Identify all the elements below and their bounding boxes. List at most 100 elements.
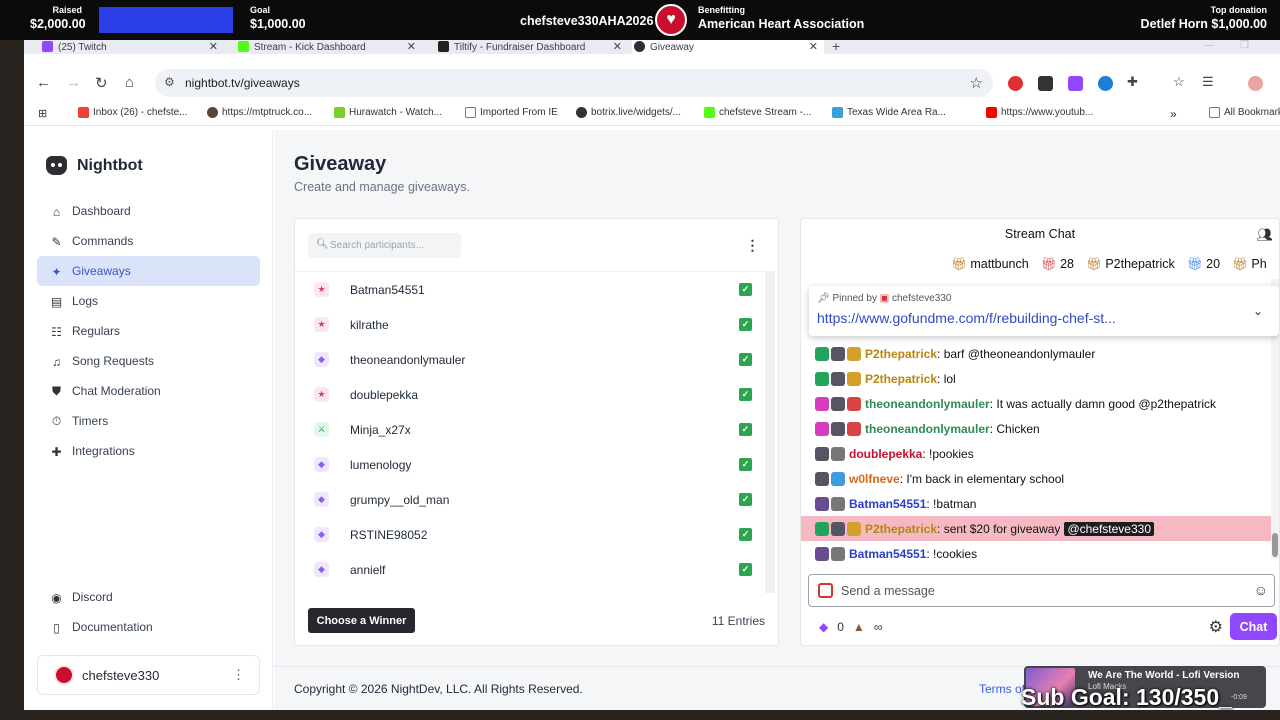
close-tab-icon[interactable]: ✕: [809, 40, 818, 53]
reading-list-icon[interactable]: ☰: [1202, 74, 1214, 90]
bookmark-gmail[interactable]: Inbox (26) - chefste...: [78, 107, 188, 118]
chat-username[interactable]: Batman54551: [849, 547, 926, 561]
chat-username[interactable]: P2thepatrick: [865, 372, 937, 386]
twitch-extension-icon[interactable]: [1068, 76, 1083, 91]
bookmark-kick-stream[interactable]: chefsteve Stream -...: [704, 107, 811, 118]
chat-input-box[interactable]: ☺: [808, 574, 1275, 607]
eligible-checkbox[interactable]: ✓: [739, 388, 752, 401]
chat-username[interactable]: theoneandonlymauler: [865, 397, 990, 411]
bookmark-botrix[interactable]: botrix.live/widgets/...: [576, 107, 681, 118]
favorites-icon[interactable]: ☆: [1173, 74, 1185, 90]
sidebar-item-song-requests[interactable]: ♫ Song Requests: [37, 346, 260, 376]
tab-twitch[interactable]: (25) Twitch ✕: [40, 40, 224, 54]
chat-send-button[interactable]: Chat: [1230, 613, 1277, 640]
participant-row[interactable]: ★ kilrathe ✓: [295, 307, 765, 342]
chat-username[interactable]: doublepekka: [849, 447, 922, 461]
bits-icon[interactable]: [818, 583, 833, 598]
settings-gear-icon[interactable]: ⚙: [1209, 617, 1223, 637]
bookmark-youtube[interactable]: https://www.youtub...: [986, 107, 1093, 118]
participant-row[interactable]: ◆ RSTINE98052 ✓: [295, 517, 765, 552]
eligible-checkbox[interactable]: ✓: [739, 318, 752, 331]
chat-message[interactable]: Batman54551: !batman: [801, 491, 1273, 516]
pinned-link[interactable]: https://www.gofundme.com/f/rebuilding-ch…: [817, 310, 1116, 326]
sidebar-item-giveaways[interactable]: ✦ Giveaways: [37, 256, 260, 286]
sidebar-item-integrations[interactable]: ✚ Integrations: [37, 436, 260, 466]
sidebar-item-chat-moderation[interactable]: ⛊ Chat Moderation: [37, 376, 260, 406]
eligible-checkbox[interactable]: ✓: [739, 528, 752, 541]
chat-users-icon[interactable]: 👥︎: [1256, 227, 1273, 243]
sidebar-item-dashboard[interactable]: ⌂ Dashboard: [37, 196, 260, 226]
chat-username[interactable]: Batman54551: [849, 497, 926, 511]
extension-icon[interactable]: [1008, 76, 1023, 91]
tab-tiltify[interactable]: Tiltify - Fundraiser Dashboard ✕: [436, 40, 628, 54]
chat-message[interactable]: P2thepatrick: barf @theoneandonlymauler: [801, 341, 1273, 366]
chat-message[interactable]: Batman54551: !cookies: [801, 541, 1273, 566]
chat-message[interactable]: theoneandonlymauler: It was actually dam…: [801, 391, 1273, 416]
sidebar-link-documentation[interactable]: ▯ Documentation: [37, 612, 260, 642]
chat-username[interactable]: w0lfneve: [849, 472, 900, 486]
forward-arrow-icon[interactable]: →: [66, 74, 81, 91]
extensions-puzzle-icon[interactable]: ✚: [1127, 74, 1138, 90]
chat-mention[interactable]: @chefsteve330: [1064, 521, 1155, 536]
user-card[interactable]: chefsteve330 ⋮: [37, 655, 260, 695]
eligible-checkbox[interactable]: ✓: [739, 493, 752, 506]
url-text[interactable]: nightbot.tv/giveaways: [185, 76, 300, 90]
eligible-checkbox[interactable]: ✓: [739, 353, 752, 366]
chat-message[interactable]: w0lfneve: I'm back in elementary school: [801, 466, 1273, 491]
extension-icon[interactable]: [1098, 76, 1113, 91]
eligible-checkbox[interactable]: ✓: [739, 563, 752, 576]
site-info-icon[interactable]: ⚙: [164, 75, 175, 89]
apps-grid-icon[interactable]: ⊞: [38, 107, 47, 120]
eligible-checkbox[interactable]: ✓: [739, 458, 752, 471]
chat-username[interactable]: P2thepatrick: [865, 347, 937, 361]
new-tab-icon[interactable]: +: [832, 40, 840, 54]
emoji-icon[interactable]: ☺: [1254, 582, 1268, 598]
sidebar-link-discord[interactable]: ◉ Discord: [37, 582, 260, 612]
tab-giveaway[interactable]: Giveaway ✕: [632, 40, 824, 54]
sidebar-item-regulars[interactable]: ☷ Regulars: [37, 316, 260, 346]
close-tab-icon[interactable]: ✕: [613, 40, 622, 53]
extension-icon[interactable]: [1038, 76, 1053, 91]
sidebar-item-timers[interactable]: ⏱ Timers: [37, 406, 260, 436]
bookmark-all[interactable]: All Bookmarks: [1209, 107, 1280, 118]
home-icon[interactable]: ⌂: [125, 74, 134, 91]
participant-row[interactable]: ★ Batman54551 ✓: [295, 272, 765, 307]
bookmark-star-icon[interactable]: ☆: [970, 74, 983, 92]
participant-row[interactable]: ◆ annielf ✓: [295, 552, 765, 587]
close-tab-icon[interactable]: ✕: [407, 40, 416, 53]
chat-username[interactable]: P2thepatrick: [865, 522, 937, 536]
bookmark-texas-radio[interactable]: Texas Wide Area Ra...: [832, 107, 946, 118]
back-arrow-icon[interactable]: ←: [36, 74, 51, 91]
participant-scrollbar[interactable]: [765, 271, 775, 593]
bookmark-folder-imported[interactable]: Imported From IE: [465, 107, 558, 118]
chat-message[interactable]: P2thepatrick: sent $20 for giveaway @chef…: [801, 516, 1273, 541]
choose-winner-button[interactable]: Choose a Winner: [308, 608, 415, 633]
channel-points-icon[interactable]: ◆: [819, 620, 828, 634]
minimize-icon[interactable]: —: [1204, 40, 1214, 51]
participant-row[interactable]: ◆ theoneandonlymauler ✓: [295, 342, 765, 377]
close-tab-icon[interactable]: ✕: [209, 40, 218, 53]
participant-row[interactable]: ◆ grumpy__old_man ✓: [295, 482, 765, 517]
address-bar[interactable]: ⚙ nightbot.tv/giveaways ☆: [155, 69, 993, 97]
participant-row[interactable]: ★ doublepekka ✓: [295, 377, 765, 412]
chevron-down-icon[interactable]: ⌄: [1253, 304, 1263, 318]
kebab-menu-icon[interactable]: ⋮: [232, 667, 245, 683]
participant-row[interactable]: ◆ lumenology ✓: [295, 447, 765, 482]
terms-link[interactable]: Terms of: [979, 682, 1025, 696]
sidebar-item-commands[interactable]: ✎ Commands: [37, 226, 260, 256]
pinned-message[interactable]: 📌︎ Pinned by ▣ chefsteve330 https://www.…: [809, 286, 1279, 336]
profile-avatar-icon[interactable]: [1248, 76, 1263, 91]
chat-message[interactable]: theoneandonlymauler: Chicken: [801, 416, 1273, 441]
search-input[interactable]: [330, 237, 455, 254]
bookmark-hurawatch[interactable]: Hurawatch - Watch...: [334, 107, 442, 118]
eligible-checkbox[interactable]: ✓: [739, 283, 752, 296]
chat-message[interactable]: P2thepatrick: lol: [801, 366, 1273, 391]
options-menu-button[interactable]: ⋮: [740, 233, 765, 258]
restore-icon[interactable]: ❐: [1240, 40, 1249, 51]
bookmark-mtptruck[interactable]: https://mtptruck.co...: [207, 107, 312, 118]
chat-username[interactable]: theoneandonlymauler: [865, 422, 990, 436]
participant-row[interactable]: ⚔ Minja_x27x ✓: [295, 412, 765, 447]
eligible-checkbox[interactable]: ✓: [739, 423, 752, 436]
participant-search[interactable]: 🔍︎: [308, 233, 461, 258]
chat-input[interactable]: [841, 582, 1241, 600]
